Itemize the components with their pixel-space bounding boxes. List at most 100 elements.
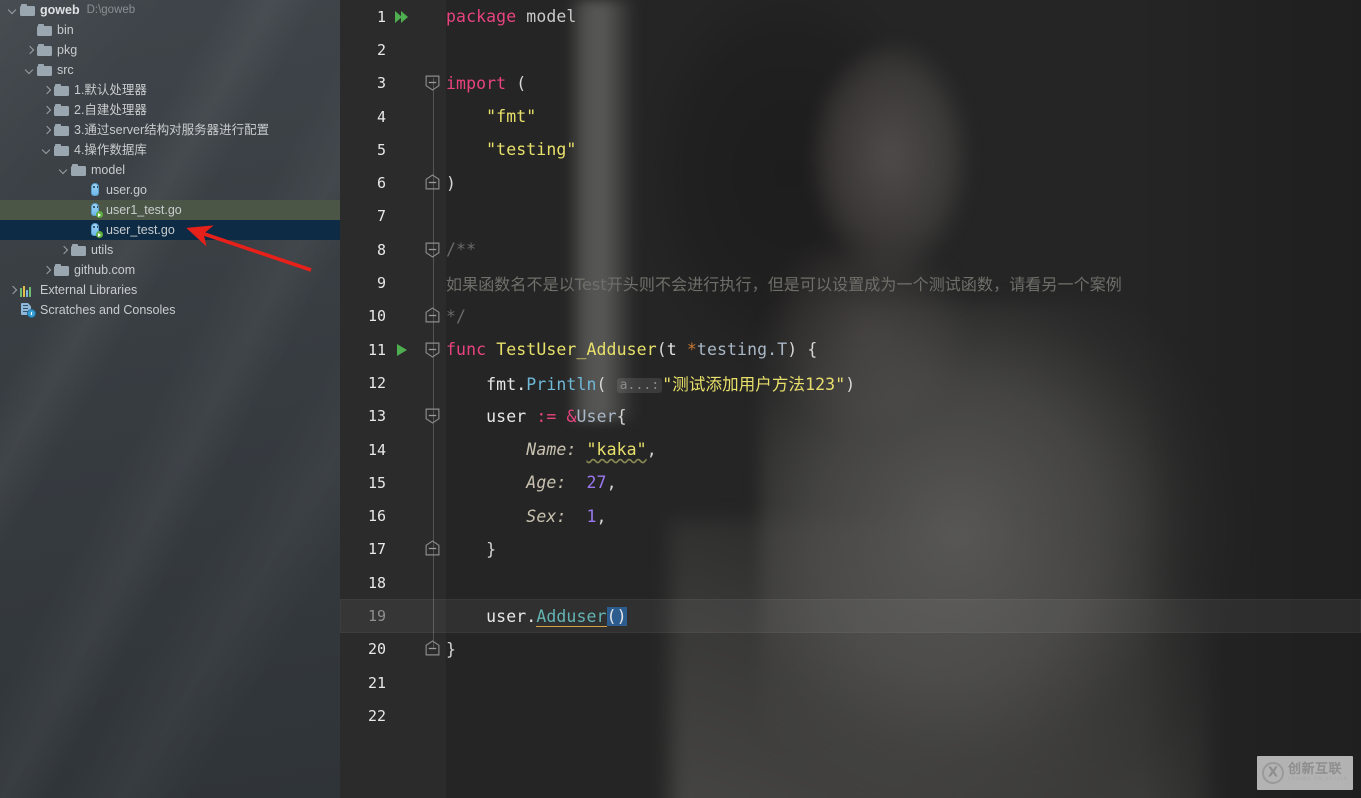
tok-adduser-call[interactable]: Adduser [536,606,607,627]
fold-end-marker-icon[interactable] [424,540,441,557]
code-line[interactable]: 1 package model [340,0,1361,33]
line-number: 20 [367,640,386,659]
code-line[interactable]: 21 [340,666,1361,699]
fold-marker[interactable] [424,640,442,658]
tree-item-user.go[interactable]: user.go [0,180,340,200]
code-line[interactable]: 6) [340,167,1361,200]
code-text[interactable]: fmt.Println( a...: "测试添加用户方法123") [446,371,855,395]
code-line[interactable]: 9 如果函数名不是以Test开头则不会进行执行，但是可以设置成为一个测试函数，请看… [340,266,1361,299]
fold-marker[interactable] [424,74,442,92]
run-test-icon[interactable] [392,340,412,360]
fold-marker[interactable] [424,241,442,259]
code-text[interactable]: 如果函数名不是以Test开头则不会进行执行，但是可以设置成为一个测试函数，请看另… [446,271,1122,295]
code-line[interactable]: 8 /** [340,233,1361,266]
code-text[interactable]: /** [446,240,476,259]
code-line[interactable]: 14 Name: "kaka", [340,433,1361,466]
tree-item-2.-[interactable]: 2.自建处理器 [0,100,340,120]
code-line[interactable]: 16 Sex: 1, [340,500,1361,533]
tree-item-4.-[interactable]: 4.操作数据库 [0,140,340,160]
code-text[interactable]: } [446,640,456,659]
code-text[interactable]: "fmt" [446,107,536,126]
fold-marker[interactable] [424,540,442,558]
tree-item-label: External Libraries [40,283,138,297]
run-all-tests-icon[interactable] [392,7,412,27]
code-line[interactable]: 2 [340,33,1361,66]
tree-item-scratches-and-consoles[interactable]: Scratches and Consoles [0,300,340,320]
code-line[interactable]: 7 [340,200,1361,233]
fold-marker[interactable] [424,341,442,359]
tree-item-user1_test.go[interactable]: user1_test.go [0,200,340,220]
code-editor[interactable]: 1 package model 2 3 import (4 "fmt" 5 "testin… [340,0,1361,798]
chevron-right-icon[interactable] [40,124,53,137]
code-text[interactable]: user := &User{ [446,407,627,426]
tok-brace-close-2: } [446,639,457,659]
chevron-right-icon[interactable] [6,284,19,297]
code-line[interactable]: 18 [340,566,1361,599]
tree-item-pkg[interactable]: pkg [0,40,340,60]
code-text[interactable]: */ [446,307,466,326]
tree-item-model[interactable]: model [0,160,340,180]
tree-item-1.-[interactable]: 1.默认处理器 [0,80,340,100]
fold-marker[interactable] [424,307,442,325]
chevron-down-icon[interactable] [57,164,70,177]
code-text[interactable]: user.Adduser() [446,606,627,627]
tree-item-goweb[interactable]: goweb D:\goweb [0,0,340,20]
fold-end-marker-icon[interactable] [424,640,441,657]
chevron-down-icon[interactable] [6,4,19,17]
fold-start-marker-icon[interactable] [424,74,441,91]
code-line[interactable]: 4 "fmt" [340,100,1361,133]
code-line[interactable]: 19 user.Adduser() [340,599,1361,633]
code-text[interactable]: ) [446,174,456,193]
chevron-down-icon[interactable] [23,64,36,77]
tree-item-github.com[interactable]: github.com [0,260,340,280]
line-number: 1 [376,7,386,26]
fold-end-marker-icon[interactable] [424,174,441,191]
fold-end-marker-icon[interactable] [424,307,441,324]
code-text[interactable]: import ( [446,74,526,93]
code-text[interactable]: package model [446,7,576,26]
tree-item-label: 4.操作数据库 [74,143,147,157]
code-text[interactable]: "testing" [446,140,576,159]
chevron-right-icon[interactable] [40,264,53,277]
code-text[interactable]: Sex: 1, [446,507,607,526]
code-line[interactable]: 22 [340,699,1361,732]
tree-item-bin[interactable]: bin [0,20,340,40]
fold-start-marker-icon[interactable] [424,341,441,358]
tree-item-src[interactable]: src [0,60,340,80]
tree-item-external-libraries[interactable]: External Libraries [0,280,340,300]
code-line[interactable]: 3 import ( [340,67,1361,100]
tree-item-user_test.go[interactable]: user_test.go [0,220,340,240]
code-line[interactable]: 12 fmt.Println( a...: "测试添加用户方法123") [340,366,1361,399]
fold-start-marker-icon[interactable] [424,407,441,424]
cx-circle-logo-icon [1262,762,1284,784]
chevron-right-icon[interactable] [40,104,53,117]
tok-paren-close: ) [446,173,457,193]
code-line[interactable]: 11 func TestUser_Adduser(t *testing.T) { [340,333,1361,366]
project-tool-window[interactable]: goweb D:\goweb bin pkg src 1.默认处理器 2.自建处理器 3.通过… [0,0,340,798]
fold-start-marker-icon[interactable] [424,241,441,258]
code-line[interactable]: 13 user := &User{ [340,400,1361,433]
chevron-right-icon[interactable] [57,244,70,257]
line-number: 21 [367,673,386,692]
code-line[interactable]: 20} [340,633,1361,666]
chevron-right-icon[interactable] [40,84,53,97]
code-text[interactable]: } [446,540,496,559]
project-tree[interactable]: goweb D:\goweb bin pkg src 1.默认处理器 2.自建处理器 3.通过… [0,0,340,320]
fold-marker[interactable] [424,174,442,192]
run-all-tests-icon[interactable] [392,7,412,27]
code-text[interactable]: func TestUser_Adduser(t *testing.T) { [446,340,817,359]
code-line[interactable]: 17 } [340,533,1361,566]
code-line[interactable]: 5 "testing" [340,133,1361,166]
tree-item-utils[interactable]: utils [0,240,340,260]
fold-marker[interactable] [424,407,442,425]
chevron-down-icon[interactable] [40,144,53,157]
code-text[interactable]: Age: 27, [446,473,617,492]
code-line[interactable]: 15 Age: 27, [340,466,1361,499]
chevron-right-icon[interactable] [23,44,36,57]
code-text[interactable]: Name: "kaka", [446,440,657,459]
code-line[interactable]: 10 */ [340,300,1361,333]
run-test-icon[interactable] [392,340,412,360]
tree-item-3.-server-[interactable]: 3.通过server结构对服务器进行配置 [0,120,340,140]
